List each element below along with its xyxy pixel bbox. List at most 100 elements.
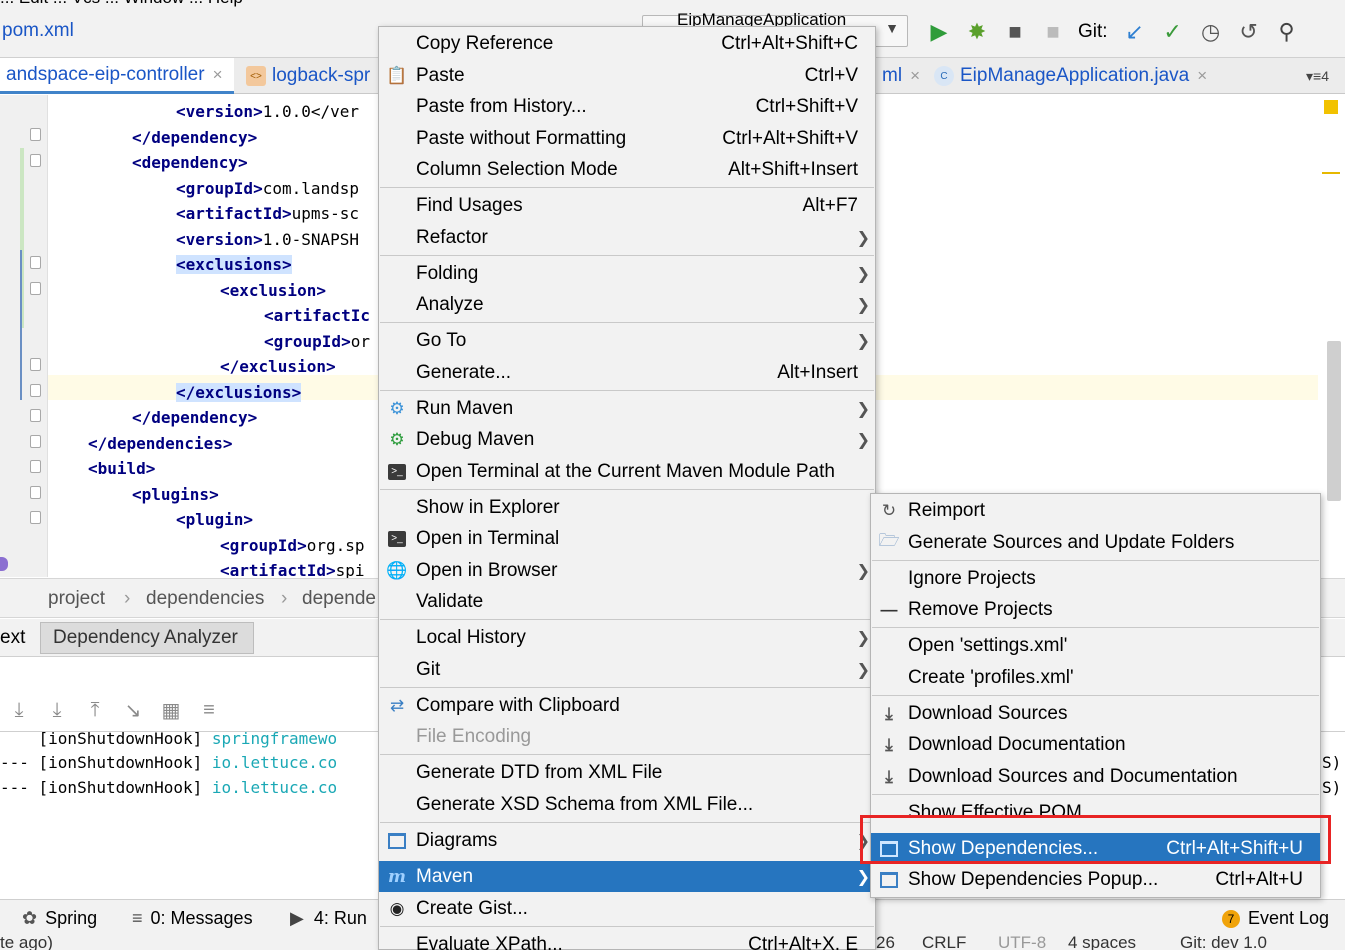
menu-item-create-profiles-xml[interactable]: Create 'profiles.xml' xyxy=(871,662,1320,693)
inspection-status-icon[interactable] xyxy=(1324,100,1338,114)
menu-item-ignore-projects[interactable]: Ignore Projects xyxy=(871,563,1320,594)
breadcrumb-item[interactable]: dependencies xyxy=(146,588,264,610)
search-icon[interactable]: ⚲ xyxy=(1274,19,1300,45)
git-commit-icon[interactable]: ✓ xyxy=(1160,19,1186,45)
menu-item-compare-with-clipboard[interactable]: ⇄ Compare with Clipboard xyxy=(379,690,875,721)
line-separator[interactable]: CRLF xyxy=(922,935,966,950)
fold-marker-icon[interactable] xyxy=(30,282,41,295)
menu-separator xyxy=(380,619,874,620)
menu-item-download-documentation[interactable]: ⤓ Download Documentation xyxy=(871,729,1320,760)
fold-marker-icon[interactable] xyxy=(30,511,41,524)
run-tool-button[interactable]: ▶ 4: Run xyxy=(290,908,367,929)
fold-marker-icon[interactable] xyxy=(30,435,41,448)
debug-icon[interactable]: ✸ xyxy=(964,19,990,45)
fold-marker-icon[interactable] xyxy=(30,409,41,422)
filter-icon[interactable]: ≡ xyxy=(190,699,228,722)
menu-item-analyze[interactable]: Analyze ❯ xyxy=(379,289,875,320)
spring-tool-button[interactable]: ✿ Spring xyxy=(22,908,97,929)
menu-item-open-settings-xml[interactable]: Open 'settings.xml' xyxy=(871,630,1320,661)
fold-marker-icon[interactable] xyxy=(30,154,41,167)
git-update-icon[interactable]: ↙ xyxy=(1122,19,1148,45)
menu-item-paste[interactable]: 📋 Paste Ctrl+V xyxy=(379,60,875,91)
menu-bar[interactable]: ... Edit ... Vcs ... Window ... Help xyxy=(0,0,243,8)
vcs-change-marker xyxy=(20,250,22,400)
coverage-icon[interactable]: ■ xyxy=(1002,19,1028,45)
menu-separator xyxy=(380,687,874,688)
menu-item-open-in-browser[interactable]: 🌐 Open in Browser ❯ xyxy=(379,555,875,586)
collapse-icon[interactable]: ↘ xyxy=(114,698,152,723)
close-icon[interactable]: × xyxy=(910,66,920,86)
chevron-down-icon: ▼ xyxy=(885,20,899,36)
tab-controller-pom[interactable]: andspace-eip-controller × xyxy=(0,58,234,94)
tab-logback[interactable]: <> logback-spr xyxy=(240,58,380,94)
close-icon[interactable]: × xyxy=(1197,66,1207,86)
run-icon[interactable]: ▶ xyxy=(926,19,952,45)
menu-item-paste-from-history[interactable]: Paste from History... Ctrl+Shift+V xyxy=(379,91,875,122)
git-branch[interactable]: Git: dev 1.0 xyxy=(1180,935,1267,950)
menu-item-download-sources-and-docs[interactable]: ⤓ Download Sources and Documentation xyxy=(871,761,1320,792)
chevron-right-icon: › xyxy=(281,588,288,609)
menu-item-debug-maven[interactable]: ⚙ Debug Maven ❯ xyxy=(379,424,875,455)
menu-item-diagrams[interactable]: Diagrams ❯ xyxy=(379,825,875,856)
menu-item-show-in-explorer[interactable]: Show in Explorer xyxy=(379,492,875,523)
breadcrumb-item[interactable]: depende xyxy=(302,588,376,610)
tab-text[interactable]: ext xyxy=(0,622,37,654)
close-icon[interactable]: × xyxy=(213,65,223,85)
menu-item-paste-without-formatting[interactable]: Paste without Formatting Ctrl+Alt+Shift+V xyxy=(379,123,875,154)
tab-overflow-button[interactable]: ▾≡ 4 xyxy=(1300,58,1342,94)
minus-icon: — xyxy=(880,599,898,619)
navigation-file-crumb[interactable]: pom.xml xyxy=(2,20,74,42)
fold-marker-icon[interactable] xyxy=(30,384,41,397)
menu-item-folding[interactable]: Folding ❯ xyxy=(379,258,875,289)
fold-marker-icon[interactable] xyxy=(30,128,41,141)
stop-icon[interactable]: ■ xyxy=(1040,19,1066,45)
fold-marker-icon[interactable] xyxy=(30,486,41,499)
fold-marker-icon[interactable] xyxy=(30,256,41,269)
menu-item-maven[interactable]: m Maven ❯ xyxy=(379,861,875,892)
caret-position[interactable]: 26 xyxy=(876,935,895,950)
code-line: <groupId>org.sp xyxy=(220,536,365,555)
menu-item-find-usages[interactable]: Find Usages Alt+F7 xyxy=(379,190,875,221)
messages-tool-button[interactable]: ≡ 0: Messages xyxy=(132,908,253,929)
indent-setting[interactable]: 4 spaces xyxy=(1068,935,1136,950)
event-log-button[interactable]: 7 Event Log xyxy=(1222,908,1329,929)
menu-item-open-in-terminal[interactable]: >_ Open in Terminal xyxy=(379,523,875,554)
menu-item-git[interactable]: Git ❯ xyxy=(379,654,875,685)
fold-marker-icon[interactable] xyxy=(30,358,41,371)
refresh-icon: ↻ xyxy=(881,500,897,520)
upload-icon[interactable]: ⤒ xyxy=(76,699,114,722)
menu-item-validate[interactable]: Validate xyxy=(379,586,875,617)
menu-item-generate[interactable]: Generate... Alt+Insert xyxy=(379,357,875,388)
tab-eip-manage-application[interactable]: C EipManageApplication.java × xyxy=(928,58,1228,94)
menu-item-show-dependencies-popup[interactable]: Show Dependencies Popup... Ctrl+Alt+U xyxy=(871,864,1320,895)
tab-dependency-analyzer[interactable]: Dependency Analyzer xyxy=(40,622,254,654)
menu-item-open-terminal-maven-module[interactable]: >_ Open Terminal at the Current Maven Mod… xyxy=(379,456,875,487)
menu-item-evaluate-xpath[interactable]: Evaluate XPath... Ctrl+Alt+X, E xyxy=(379,929,875,950)
menu-item-generate-sources[interactable]: 🗁 Generate Sources and Update Folders xyxy=(871,527,1320,558)
chevron-down-icon: ▾≡ xyxy=(1306,67,1322,84)
menu-item-go-to[interactable]: Go To ❯ xyxy=(379,325,875,356)
menu-item-copy-reference[interactable]: Copy Reference Ctrl+Alt+Shift+C xyxy=(379,28,875,59)
menu-item-reimport[interactable]: ↻ Reimport xyxy=(871,495,1320,526)
menu-item-generate-xsd[interactable]: Generate XSD Schema from XML File... xyxy=(379,789,875,820)
code-line: <artifactIc xyxy=(264,306,370,325)
rollback-icon[interactable]: ↺ xyxy=(1236,19,1262,45)
download-icon[interactable]: ⤓ xyxy=(0,699,38,722)
menu-item-generate-dtd[interactable]: Generate DTD from XML File xyxy=(379,757,875,788)
menu-item-download-sources[interactable]: ⤓ Download Sources xyxy=(871,698,1320,729)
download-icon[interactable]: ⤓ xyxy=(38,699,76,722)
menu-item-column-selection-mode[interactable]: Column Selection Mode Alt+Shift+Insert xyxy=(379,154,875,185)
menu-item-local-history[interactable]: Local History ❯ xyxy=(379,622,875,653)
breadcrumb-item[interactable]: project xyxy=(48,588,105,610)
tool-button-label: 4: Run xyxy=(313,908,367,928)
scrollbar[interactable] xyxy=(1327,341,1341,501)
table-icon[interactable]: ▦ xyxy=(152,698,190,723)
menu-item-run-maven[interactable]: ⚙ Run Maven ❯ xyxy=(379,393,875,424)
menu-item-refactor[interactable]: Refactor ❯ xyxy=(379,222,875,253)
history-icon[interactable]: ◷ xyxy=(1198,19,1224,45)
menu-item-create-gist[interactable]: ◉ Create Gist... xyxy=(379,893,875,924)
tab-xml[interactable]: ml × xyxy=(876,58,922,94)
file-encoding[interactable]: UTF-8 xyxy=(998,935,1046,950)
fold-marker-icon[interactable] xyxy=(30,460,41,473)
menu-item-remove-projects[interactable]: — Remove Projects xyxy=(871,594,1320,625)
